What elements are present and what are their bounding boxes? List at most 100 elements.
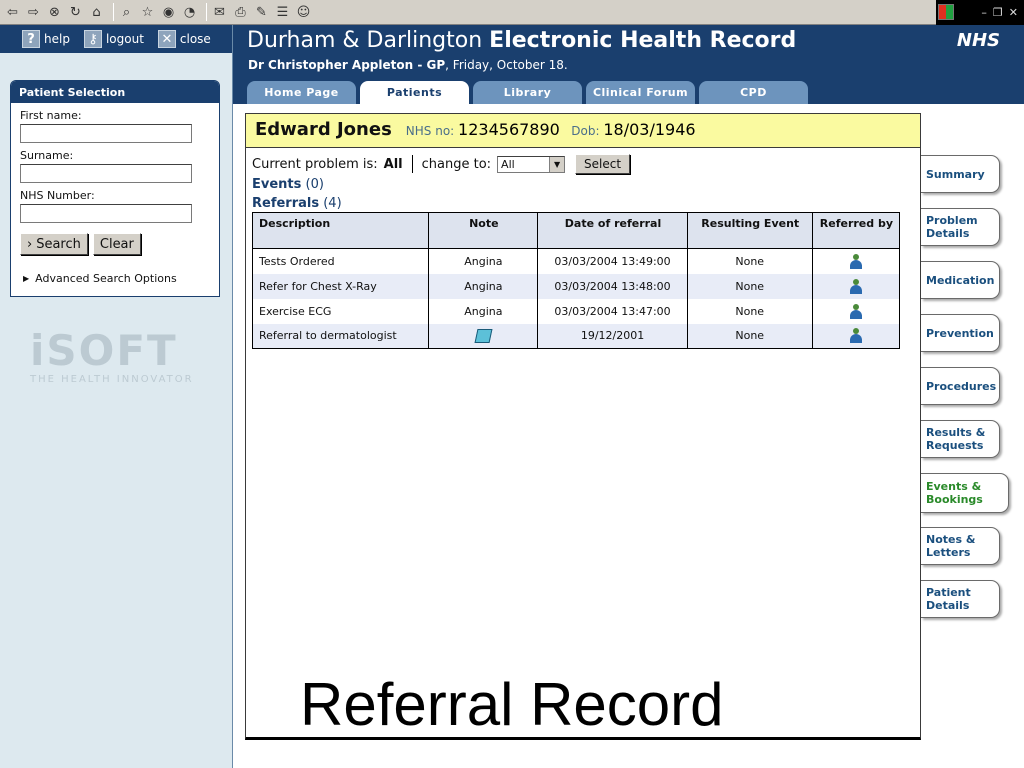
table-row[interactable]: Referral to dermatologist 19/12/2001 Non… xyxy=(251,323,901,349)
main-content: Edward Jones NHS no: 1234567890 Dob: 18/… xyxy=(245,113,921,740)
events-link[interactable]: Events (0) xyxy=(252,177,324,192)
history-icon[interactable]: ◔ xyxy=(181,4,198,21)
table-row[interactable]: Exercise ECG Angina 03/03/2004 13:47:00 … xyxy=(251,298,901,324)
nav-tabs: Home Page Patients Library Clinical Foru… xyxy=(247,81,808,104)
clear-button[interactable]: Clear xyxy=(92,233,141,255)
logout-link[interactable]: ⚷ logout xyxy=(83,30,144,48)
minimize-icon[interactable]: – xyxy=(981,6,987,19)
col-date[interactable]: Date of referral xyxy=(537,212,688,249)
chevron-down-icon[interactable]: ▼ xyxy=(549,156,565,172)
side-tab-prevention[interactable]: Prevention xyxy=(921,314,1000,352)
nhs-number-label: NHS no: xyxy=(405,124,455,138)
home-icon[interactable]: ⌂ xyxy=(88,4,105,21)
person-icon[interactable] xyxy=(849,303,863,319)
print-icon[interactable]: ⎙ xyxy=(232,4,249,21)
row-result: None xyxy=(686,248,813,274)
table-row[interactable]: Refer for Chest X-Ray Angina 03/03/2004 … xyxy=(251,273,901,299)
surname-input[interactable] xyxy=(20,164,192,183)
first-name-input[interactable] xyxy=(20,124,192,143)
referrals-label: Referrals xyxy=(252,196,320,211)
referrals-table: Description Note Date of referral Result… xyxy=(251,212,901,349)
side-tab-results-requests[interactable]: Results & Requests xyxy=(921,420,1000,458)
events-count: (0) xyxy=(305,177,324,192)
search-button-label: Search xyxy=(36,236,81,252)
row-note: Angina xyxy=(428,273,539,299)
first-name-label: First name: xyxy=(20,109,82,122)
col-result[interactable]: Resulting Event xyxy=(686,212,813,249)
forward-icon[interactable]: ⇨ xyxy=(25,4,42,21)
side-tab-label: Procedures xyxy=(926,379,997,393)
browser-toolbar: ⇦ ⇨ ⊗ ↻ ⌂ ⌕ ☆ ◉ ◔ ✉ ⎙ ✎ ☰ ☺ xyxy=(0,0,1024,25)
stop-icon[interactable]: ⊗ xyxy=(46,4,63,21)
patient-banner: Edward Jones NHS no: 1234567890 Dob: 18/… xyxy=(246,114,920,148)
note-icon[interactable] xyxy=(474,328,493,343)
col-referred-by[interactable]: Referred by xyxy=(811,212,901,249)
messenger-icon[interactable]: ☺ xyxy=(295,4,312,21)
close-link[interactable]: ✕ close xyxy=(157,30,211,48)
row-result: None xyxy=(686,273,813,299)
side-tab-procedures[interactable]: Procedures xyxy=(921,367,1000,405)
refresh-icon[interactable]: ↻ xyxy=(67,4,84,21)
windows-logo-icon xyxy=(938,4,954,20)
help-link[interactable]: ? help xyxy=(22,30,70,48)
key-icon: ⚷ xyxy=(83,30,102,48)
search-icon[interactable]: ⌕ xyxy=(118,4,135,21)
row-description[interactable]: Tests Ordered xyxy=(251,248,430,274)
nhs-number-input[interactable] xyxy=(20,204,192,223)
col-note[interactable]: Note xyxy=(428,212,539,249)
side-tab-events-bookings[interactable]: Events & Bookings xyxy=(921,473,1009,513)
search-button[interactable]: › Search xyxy=(20,233,88,255)
tab-clinical-forum[interactable]: Clinical Forum xyxy=(586,81,695,104)
events-label: Events xyxy=(252,177,302,192)
advanced-search-link[interactable]: ▶ Advanced Search Options xyxy=(23,272,219,285)
referrals-link[interactable]: Referrals (4) xyxy=(252,196,342,211)
side-tab-label: Bookings xyxy=(926,493,983,506)
toolbar-divider xyxy=(113,3,114,21)
header: Durham & Darlington Electronic Health Re… xyxy=(233,25,1024,104)
tab-home-page[interactable]: Home Page xyxy=(247,81,356,104)
side-tab-label: Patient xyxy=(926,586,971,599)
person-icon[interactable] xyxy=(849,278,863,294)
side-tab-patient-details[interactable]: Patient Details xyxy=(921,580,1000,618)
app-title-bold: Electronic Health Record xyxy=(489,28,797,53)
logout-label: logout xyxy=(105,32,144,46)
doctor-line: Dr Christopher Appleton - GP, Friday, Oc… xyxy=(248,58,568,72)
restore-icon[interactable]: ❐ xyxy=(993,6,1003,19)
row-description[interactable]: Referral to dermatologist xyxy=(251,323,430,349)
divider xyxy=(411,155,413,173)
dob-value: 18/03/1946 xyxy=(603,120,696,139)
side-tab-problem-details[interactable]: Problem Details xyxy=(921,208,1000,246)
discuss-icon[interactable]: ☰ xyxy=(274,4,291,21)
row-referred-by xyxy=(811,248,901,274)
side-tab-medication[interactable]: Medication xyxy=(921,261,1000,299)
nhs-number-label: NHS Number: xyxy=(20,189,95,202)
tab-library[interactable]: Library xyxy=(473,81,582,104)
close-label: close xyxy=(179,32,211,46)
mail-icon[interactable]: ✉ xyxy=(211,4,228,21)
tab-cpd[interactable]: CPD xyxy=(699,81,808,104)
select-button[interactable]: Select xyxy=(575,154,631,174)
person-icon[interactable] xyxy=(849,328,863,344)
media-icon[interactable]: ◉ xyxy=(160,4,177,21)
problem-select[interactable]: All ▼ xyxy=(497,155,566,173)
close-icon: ✕ xyxy=(157,30,176,48)
row-description[interactable]: Refer for Chest X-Ray xyxy=(251,273,430,299)
row-date: 03/03/2004 13:47:00 xyxy=(537,298,688,324)
current-date: , Friday, October 18. xyxy=(445,58,568,72)
table-row[interactable]: Tests Ordered Angina 03/03/2004 13:49:00… xyxy=(251,248,901,274)
side-tab-label: Problem xyxy=(926,214,978,227)
patient-selection-box: Patient Selection First name: Surname: N… xyxy=(10,80,220,297)
person-icon[interactable] xyxy=(849,253,863,269)
row-result: None xyxy=(686,298,813,324)
row-description[interactable]: Exercise ECG xyxy=(251,298,430,324)
back-icon[interactable]: ⇦ xyxy=(4,4,21,21)
tab-patients[interactable]: Patients xyxy=(360,81,469,104)
referrals-count: (4) xyxy=(323,196,342,211)
col-description[interactable]: Description xyxy=(251,212,430,249)
favorites-icon[interactable]: ☆ xyxy=(139,4,156,21)
close-window-icon[interactable]: ✕ xyxy=(1009,6,1018,19)
side-tab-notes-letters[interactable]: Notes & Letters xyxy=(921,527,1000,565)
side-tab-summary[interactable]: Summary xyxy=(921,155,1000,193)
current-problem-label: Current problem is: xyxy=(252,156,378,172)
edit-icon[interactable]: ✎ xyxy=(253,4,270,21)
